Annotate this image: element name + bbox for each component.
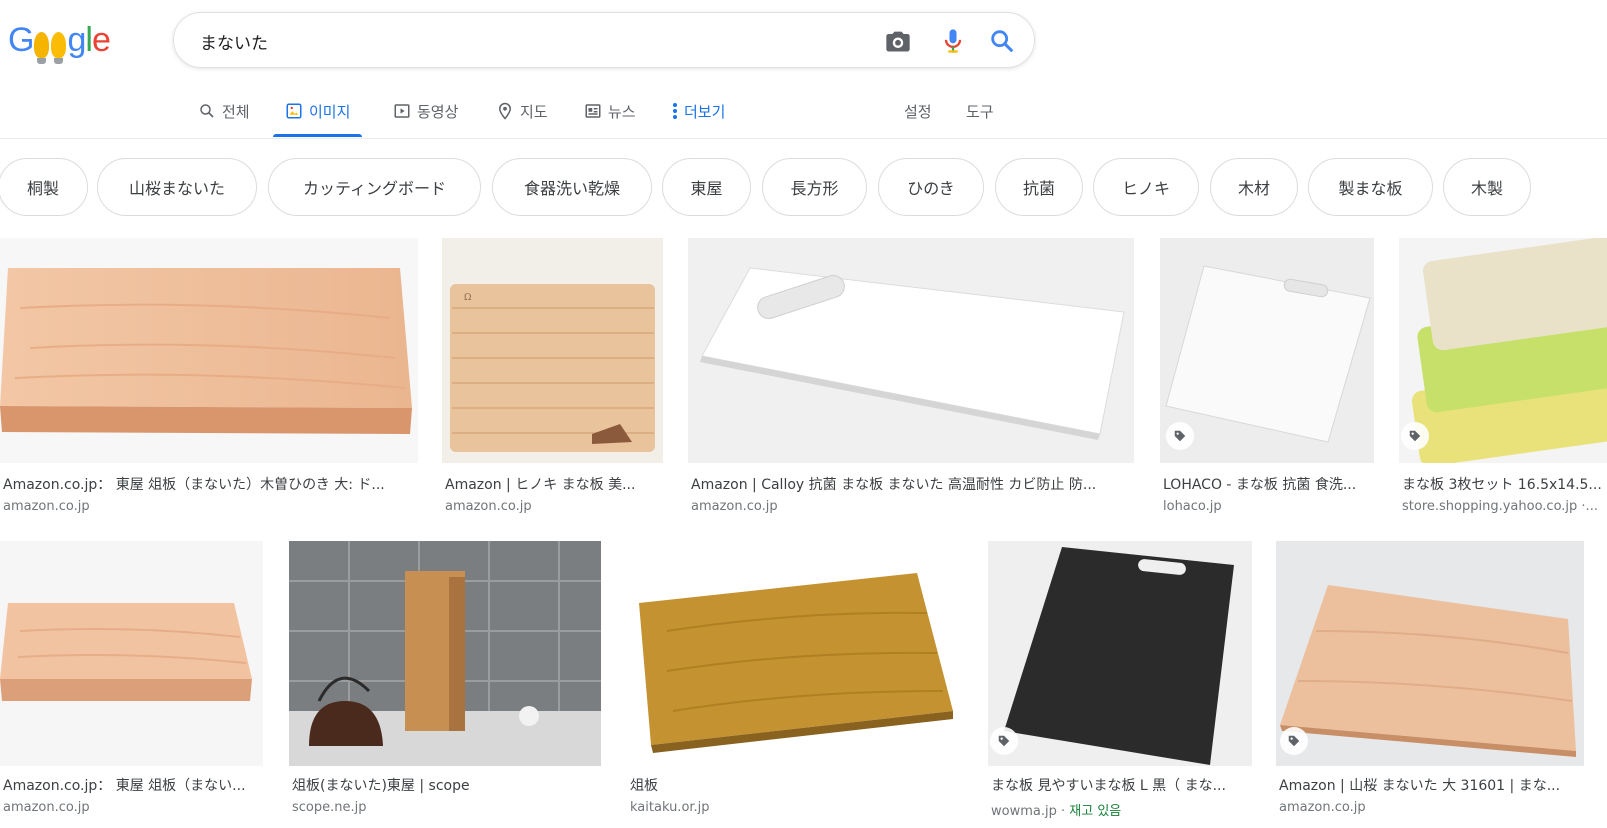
map-pin-icon bbox=[498, 102, 512, 120]
video-icon bbox=[394, 104, 410, 118]
tab-maps[interactable]: 지도 bbox=[496, 86, 548, 136]
image-icon bbox=[286, 103, 302, 119]
result-thumbnail bbox=[289, 541, 601, 766]
search-icon[interactable] bbox=[988, 27, 1016, 55]
chip[interactable]: 長方形 bbox=[762, 158, 867, 216]
chip[interactable]: 東屋 bbox=[662, 158, 751, 216]
in-stock-label: 재고 있음 bbox=[1069, 804, 1122, 819]
logo-letter-g2: g bbox=[67, 21, 86, 59]
result-source: store.shopping.yahoo.co.jp ·... bbox=[1402, 499, 1598, 514]
tab-settings[interactable]: 설정 bbox=[904, 86, 932, 136]
chip[interactable]: カッティングボード bbox=[268, 158, 481, 216]
image-result[interactable]: Ω Amazon | ヒノキ まな板 美... amazon.co.jp bbox=[442, 238, 663, 518]
tab-more[interactable]: 더보기 bbox=[672, 86, 725, 136]
chip[interactable]: 木製 bbox=[1443, 158, 1531, 216]
result-title: Amazon | Calloy 抗菌 まな板 まないた 高温耐性 カビ防止 防.… bbox=[691, 477, 1097, 493]
bulb-icon bbox=[34, 32, 50, 64]
price-tag-icon bbox=[1280, 727, 1308, 755]
tab-images-label: 이미지 bbox=[309, 102, 351, 121]
image-result[interactable]: 俎板 kaitaku.or.jp bbox=[627, 541, 962, 821]
tab-more-label: 더보기 bbox=[684, 102, 726, 121]
tab-videos-label: 동영상 bbox=[417, 102, 459, 121]
result-title: LOHACO - まな板 抗菌 食洗... bbox=[1163, 477, 1357, 493]
result-source: amazon.co.jp bbox=[445, 499, 532, 514]
result-title: Amazon | ヒノキ まな板 美... bbox=[445, 477, 636, 493]
tab-tools[interactable]: 도구 bbox=[966, 86, 994, 136]
result-thumbnail bbox=[1276, 541, 1584, 766]
tab-tools-label: 도구 bbox=[966, 102, 994, 121]
tab-all-label: 전체 bbox=[222, 102, 250, 121]
result-title: Amazon.co.jp： 東屋 俎板（まない... bbox=[3, 778, 246, 794]
image-result[interactable]: Amazon | Calloy 抗菌 まな板 まないた 高温耐性 カビ防止 防.… bbox=[688, 238, 1134, 518]
tab-videos[interactable]: 동영상 bbox=[393, 86, 458, 136]
result-title: Amazon.co.jp： 東屋 俎板（まないた）木曽ひのき 大: ド... bbox=[3, 477, 385, 493]
result-source-domain: wowma.jp bbox=[991, 804, 1057, 819]
result-title: 俎板 bbox=[630, 778, 658, 794]
result-thumbnail bbox=[0, 541, 263, 766]
tab-maps-label: 지도 bbox=[520, 102, 548, 121]
google-logo[interactable]: G g l e bbox=[8, 20, 111, 64]
result-source: amazon.co.jp bbox=[3, 499, 90, 514]
chip[interactable]: 抗菌 bbox=[995, 158, 1083, 216]
image-result[interactable]: まな板 3枚セット 16.5x14.5... store.shopping.ya… bbox=[1399, 238, 1607, 518]
result-thumbnail: Ω bbox=[442, 238, 663, 463]
image-result[interactable]: 俎板(まないた)東屋 | scope scope.ne.jp bbox=[289, 541, 601, 821]
chip[interactable]: 山桜まないた bbox=[97, 158, 257, 216]
brand-stamp: Ω bbox=[464, 293, 471, 303]
logo-letter-g: G bbox=[8, 21, 34, 59]
price-tag-icon bbox=[990, 727, 1018, 755]
tab-news-label: 뉴스 bbox=[608, 102, 636, 121]
result-title: 俎板(まないた)東屋 | scope bbox=[292, 778, 470, 794]
result-title: まな板 3枚セット 16.5x14.5... bbox=[1402, 477, 1602, 493]
microphone-icon[interactable] bbox=[939, 27, 967, 55]
result-thumbnail bbox=[688, 238, 1134, 463]
result-source: amazon.co.jp bbox=[3, 800, 90, 815]
image-result[interactable]: LOHACO - まな板 抗菌 食洗... lohaco.jp bbox=[1160, 238, 1374, 518]
search-input[interactable] bbox=[198, 27, 842, 55]
image-result[interactable]: まな板 見やすいまな板 L 黒（ まな... wowma.jp · 재고 있음 bbox=[988, 541, 1252, 821]
result-title: まな板 見やすいまな板 L 黒（ まな... bbox=[991, 778, 1226, 794]
logo-letter-e: e bbox=[91, 21, 111, 59]
bulb-icon bbox=[51, 32, 67, 64]
more-vert-icon bbox=[673, 103, 677, 119]
tab-news[interactable]: 뉴스 bbox=[584, 86, 636, 136]
image-result[interactable]: Amazon.co.jp： 東屋 俎板（まないた）木曽ひのき 大: ド... a… bbox=[0, 238, 418, 518]
chip[interactable]: 木材 bbox=[1210, 158, 1298, 216]
price-tag-icon bbox=[1401, 422, 1429, 450]
search-tabs: 전체 이미지 동영상 지도 뉴스 더보기 설정 도구 bbox=[0, 86, 1607, 139]
result-title: Amazon | 山桜 まないた 大 31601 | まな... bbox=[1279, 778, 1561, 794]
search-icon bbox=[200, 104, 214, 118]
chip[interactable]: ひのき bbox=[878, 158, 984, 216]
search-box bbox=[173, 12, 1035, 68]
related-chips: 桐製 山桜まないた カッティングボード 食器洗い乾燥 東屋 長方形 ひのき 抗菌… bbox=[0, 158, 1607, 218]
camera-icon[interactable] bbox=[884, 27, 912, 55]
result-thumbnail bbox=[0, 238, 418, 463]
image-result[interactable]: Amazon.co.jp： 東屋 俎板（まない... amazon.co.jp bbox=[0, 541, 263, 821]
result-thumbnail bbox=[988, 541, 1252, 766]
tab-settings-label: 설정 bbox=[904, 102, 932, 121]
chip[interactable]: ヒノキ bbox=[1093, 158, 1199, 216]
news-icon bbox=[585, 104, 601, 118]
image-result[interactable]: Amazon | 山桜 まないた 大 31601 | まな... amazon.… bbox=[1276, 541, 1584, 821]
result-thumbnail bbox=[627, 541, 962, 766]
result-source: wowma.jp · 재고 있음 bbox=[991, 804, 1122, 819]
chip[interactable]: 桐製 bbox=[0, 158, 88, 216]
result-source: scope.ne.jp bbox=[292, 800, 367, 815]
tab-images[interactable]: 이미지 bbox=[273, 86, 363, 137]
result-source: lohaco.jp bbox=[1163, 499, 1222, 514]
result-source: amazon.co.jp bbox=[1279, 800, 1366, 815]
price-tag-icon bbox=[1166, 422, 1194, 450]
result-source: amazon.co.jp bbox=[691, 499, 778, 514]
chip[interactable]: 製まな板 bbox=[1308, 158, 1433, 216]
chip[interactable]: 食器洗い乾燥 bbox=[492, 158, 652, 216]
tab-all[interactable]: 전체 bbox=[198, 86, 250, 136]
result-source: kaitaku.or.jp bbox=[630, 800, 710, 815]
result-thumbnail bbox=[1399, 238, 1607, 463]
